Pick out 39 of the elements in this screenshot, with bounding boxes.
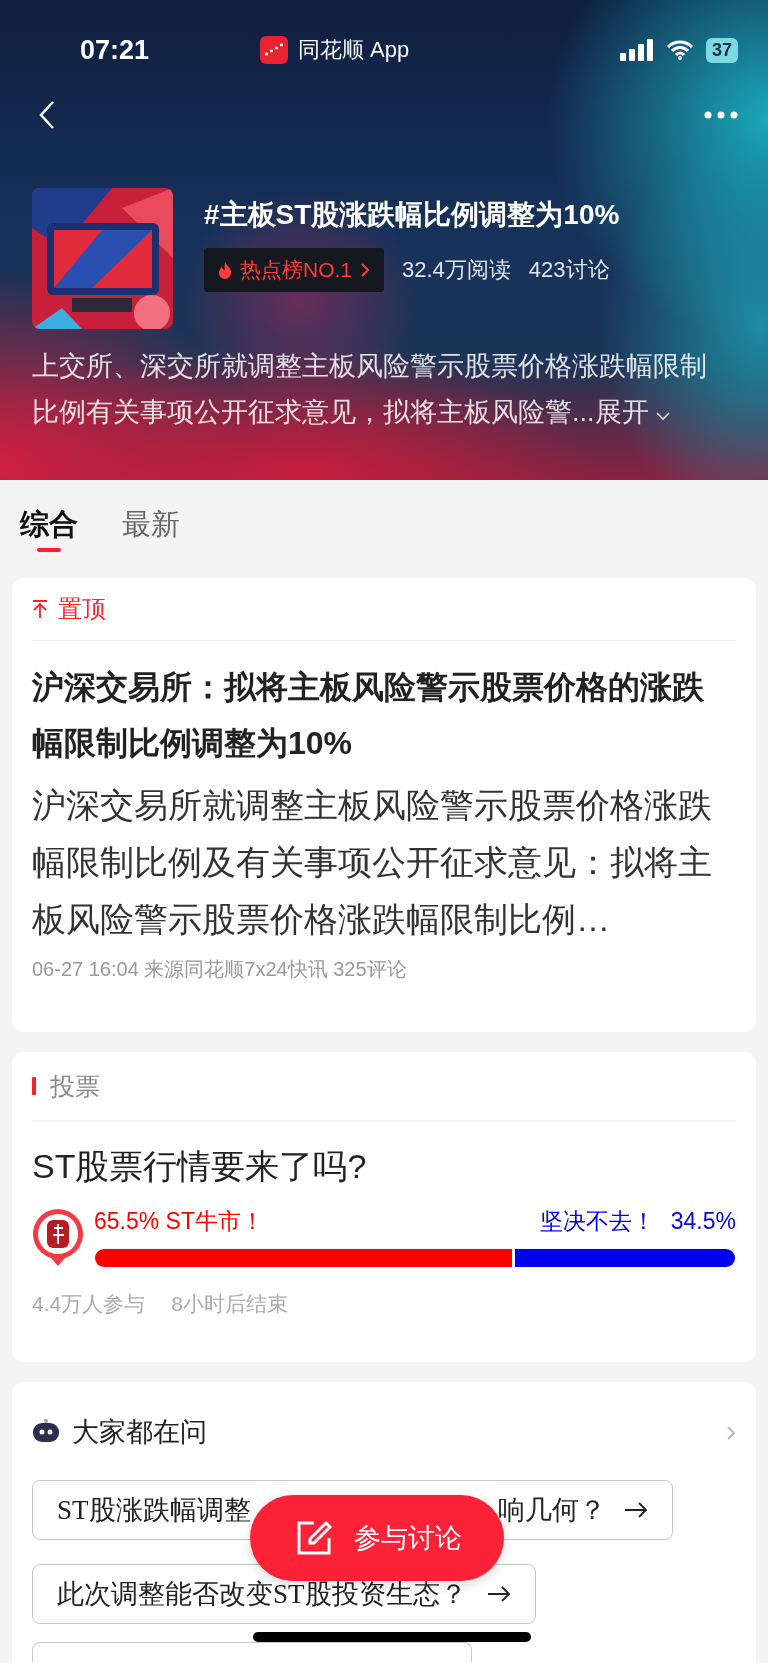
section-title: 大家都在问 (72, 1416, 208, 1449)
hot-rank-badge[interactable]: 热点榜NO.1 (204, 248, 384, 292)
read-count: 32.4万阅读 (402, 256, 511, 284)
pinned-label: 置顶 (58, 594, 106, 624)
arrow-right-icon (486, 1586, 511, 1602)
back-icon[interactable] (38, 100, 56, 130)
chevron-down-icon (656, 411, 671, 421)
more-icon[interactable] (704, 111, 738, 119)
edit-icon (296, 1520, 332, 1556)
question-text: 此次调整能否改变ST股投资生态？ (57, 1578, 467, 1611)
post-headline[interactable]: 沪深交易所：拟将主板风险警示股票价格的涨跌幅限制比例调整为10% (32, 659, 736, 771)
tab[interactable]: 综合 (20, 498, 78, 552)
post-summary: 沪深交易所就调整主板风险警示股票价格涨跌幅限制比例及有关事项公开征求意见：拟将主板风险警示股票价格涨跌幅限制比例… (32, 785, 713, 940)
post-meta: 06-27 16:04 来源同花顺7x24快讯 325评论 (32, 957, 408, 982)
battery-level: 37 (705, 37, 738, 63)
status-time: 07:21 (80, 34, 151, 66)
poll-deadline: 8小时后结束 (171, 1291, 288, 1317)
topic-title: #主板ST股涨跌幅比例调整为10% (204, 198, 620, 232)
robot-icon (32, 1419, 60, 1445)
participant-count: 4.4万人参与 (32, 1291, 146, 1317)
wifi-icon (665, 40, 694, 60)
pin-top-icon (32, 600, 48, 618)
expand-link[interactable]: 展开 (594, 397, 649, 427)
option-label[interactable]: 65.5% ST牛市！ (94, 1205, 264, 1237)
question-text: ST股涨跌幅调整 (57, 1494, 251, 1527)
signal-icon (619, 39, 654, 61)
bull-badge-icon (32, 1208, 84, 1268)
poll-question: ST股票行情要来了吗? (32, 1146, 368, 1187)
tab[interactable]: 最新 (122, 498, 180, 552)
discussion-count: 423讨论 (528, 256, 610, 284)
section-title: 投票 (50, 1070, 100, 1102)
chevron-right-icon (726, 1424, 736, 1441)
chevron-right-icon (360, 262, 370, 278)
flame-icon (218, 261, 232, 279)
app-name: 同花顺 App (298, 36, 410, 64)
option-label[interactable]: 坚决不去！ 34.5% (539, 1205, 736, 1237)
app-logo-icon (260, 36, 288, 64)
arrow-right-icon (624, 1502, 648, 1518)
topic-description: 上交所、深交所就调整主板风险警示股票价格涨跌幅限制比例有关事项公开征求意见，拟将主板风险警...展开 (31, 350, 708, 429)
